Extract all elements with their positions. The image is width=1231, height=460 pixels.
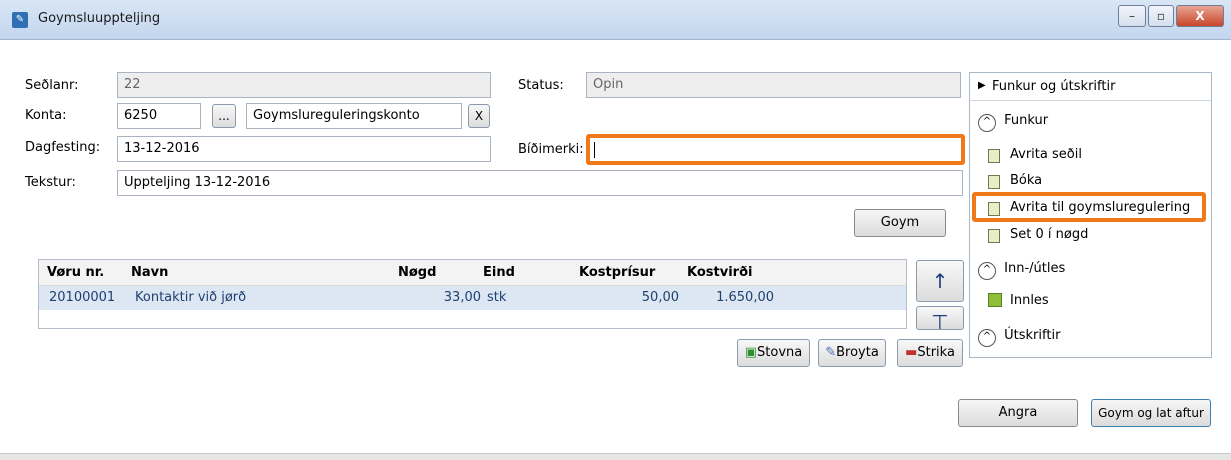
up-arrow-icon: ↑ [931,269,949,293]
cell-navn: Kontaktir við jørð [135,290,247,305]
cell-eind: stk [487,290,507,305]
item-innles-label: Innles [1010,293,1049,308]
header-eind[interactable]: Eind [483,265,515,280]
document-icon [988,175,1000,189]
section-inn-utles-title: Inn-/útles [1004,261,1066,276]
goym-button[interactable]: Goym [854,209,946,237]
dagfesting-field[interactable]: 13-12-2016 [117,136,491,162]
header-kostprisur[interactable]: Kostprísur [579,265,655,280]
item-avrita-sedil-label: Avrita seðil [1010,147,1082,162]
broyta-button[interactable]: ✎Broyta [818,339,886,367]
konta-clear-button[interactable]: X [468,104,490,128]
konta-browse-button[interactable]: ... [212,104,236,128]
table-row[interactable]: 20100001 Kontaktir við jørð 33,00 stk 50… [39,286,906,310]
strika-label: Strika [917,345,955,360]
header-navn[interactable]: Navn [131,265,168,280]
cell-kostprisur: 50,00 [641,290,679,305]
delete-icon: ▬ [905,345,918,360]
document-icon [988,149,1000,163]
side-panel: ▶ Funkur og útskriftir ^ Funkur Avrita s… [969,72,1212,358]
angra-button[interactable]: Angra [958,399,1078,427]
window-title: Goymsluuppteljing [38,11,161,26]
app-icon: ✎ [12,12,28,28]
section-inn-utles[interactable]: ^ Inn-/útles [978,261,1065,280]
header-voru-nr[interactable]: Vøru nr. [47,265,104,280]
section-funkur-title: Funkur [1004,113,1049,128]
goym-og-lat-aftur-button[interactable]: Goym og lat aftur [1091,399,1211,427]
collapse-up-icon: ^ [978,329,996,347]
section-utskriftir[interactable]: ^ Útskriftir [978,328,1060,347]
konta-field[interactable]: 6250 [117,103,201,129]
document-icon [988,202,1000,216]
dagfesting-label: Dagfesting: [25,140,101,155]
status-field[interactable]: Opin [586,72,961,98]
stovna-button[interactable]: ▣Stovna [737,339,810,367]
expand-arrow-icon: ▶ [978,80,986,91]
cell-kostvirdi: 1.650,00 [716,290,774,305]
bidimerki-label: Bíðimerki: [518,142,584,157]
title-bar [0,0,1231,40]
status-label: Status: [518,78,564,93]
import-icon [988,293,1002,307]
collapse-up-icon: ^ [978,262,996,280]
down-bar-icon: ⊤ [931,310,949,330]
side-panel-header[interactable]: ▶ Funkur og útskriftir [970,73,1211,101]
edit-icon: ✎ [825,345,837,360]
strika-button[interactable]: ▬Strika [897,339,963,367]
item-boka-label: Bóka [1010,173,1043,188]
konta-name-field[interactable]: Goymslureguleringskonto [246,103,462,129]
close-button[interactable]: X [1176,5,1224,27]
tekstur-field[interactable]: Uppteljing 13-12-2016 [117,170,963,196]
tekstur-label: Tekstur: [25,175,76,190]
items-table: Vøru nr. Navn Nøgd Eind Kostprísur Kostv… [38,259,907,329]
cell-nogd: 33,00 [443,290,481,305]
broyta-label: Broyta [836,345,879,360]
move-down-button[interactable]: ⊤ [916,306,964,330]
document-icon [988,229,1000,243]
add-icon: ▣ [744,345,758,360]
seolanr-field[interactable]: 22 [117,72,491,98]
section-utskriftir-title: Útskriftir [1004,328,1061,343]
item-avrita-til-goymsluregulering[interactable]: Avrita til goymsluregulering [972,192,1206,222]
maximize-button[interactable]: ▫ [1148,5,1174,27]
item-avrita-til-goymsluregulering-label: Avrita til goymsluregulering [1010,200,1191,215]
header-kostvirdi[interactable]: Kostvirði [687,265,752,280]
bidimerki-field[interactable] [586,134,965,165]
konta-label: Konta: [25,108,67,123]
table-header-row: Vøru nr. Navn Nøgd Eind Kostprísur Kostv… [39,260,906,286]
text-cursor [594,141,595,158]
side-panel-title: Funkur og útskriftir [992,79,1116,94]
item-set-0-label: Set 0 í nøgd [1010,227,1089,242]
move-up-button[interactable]: ↑ [916,260,964,302]
section-funkur[interactable]: ^ Funkur [978,113,1048,132]
window-bottom-edge [0,453,1231,460]
seolanr-label: Seðlanr: [25,78,79,93]
minimize-button[interactable]: – [1118,5,1146,27]
header-nogd[interactable]: Nøgd [398,265,436,280]
stovna-label: Stovna [757,345,803,360]
cell-voru-nr: 20100001 [49,290,116,305]
collapse-up-icon: ^ [978,114,996,132]
